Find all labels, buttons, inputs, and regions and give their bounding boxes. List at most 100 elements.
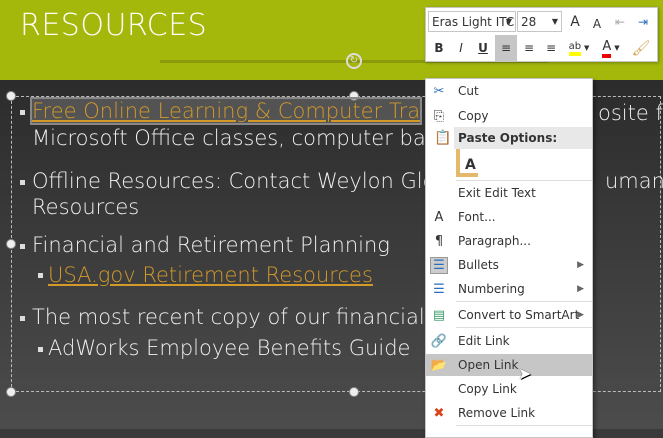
resize-handle[interactable]: [6, 387, 16, 397]
font-name-value: Eras Light ITC: [432, 14, 515, 29]
align-right-button[interactable]: ≡: [540, 35, 562, 61]
usa-gov-link[interactable]: USA.gov Retirement Resources: [48, 263, 373, 287]
rotate-handle[interactable]: ↻: [346, 53, 362, 69]
highlight-color-button[interactable]: ab ▼: [564, 36, 594, 60]
resize-handle[interactable]: [349, 387, 359, 397]
grow-font-button[interactable]: A: [566, 13, 584, 31]
mini-toolbar: Eras Light ITC ▼ 28 ▼ A A ⇤ ⇥ B I U ≡ ≡ ≡ …: [425, 7, 658, 62]
remove-link-icon: ✖: [433, 405, 445, 421]
font-icon: A: [434, 209, 444, 225]
menu-item-numbering[interactable]: ☰ Numbering ▶: [426, 278, 592, 300]
shrink-font-icon: A: [592, 17, 602, 31]
menu-item-exit-edit-text[interactable]: Exit Edit Text: [426, 182, 592, 204]
align-right-icon: ≡: [545, 41, 557, 55]
copy-icon: ⎘: [433, 108, 445, 124]
increase-indent-button[interactable]: ⇥: [633, 13, 653, 31]
format-painter-button[interactable]: 🖌: [630, 36, 652, 60]
bold-button[interactable]: B: [430, 38, 448, 58]
highlighter-icon: ab: [568, 41, 582, 56]
text-line: Microsoft Office classes, computer bas: [32, 126, 437, 150]
paste-keep-text-only-button[interactable]: A: [456, 149, 478, 177]
text-line: Resources: [32, 195, 140, 219]
chevron-down-icon: ▼: [614, 44, 620, 52]
font-color-icon: A: [602, 39, 612, 58]
text-line: Financial and Retirement Planning: [32, 233, 390, 257]
bullet: [38, 273, 43, 278]
paste-options-header: Paste Options:: [454, 127, 592, 149]
slide-title[interactable]: RESOURCES: [20, 8, 207, 43]
menu-label: Convert to SmartArt: [458, 308, 580, 322]
align-center-button[interactable]: ≡: [518, 35, 540, 61]
mouse-cursor-icon: ➤: [518, 364, 532, 383]
italic-button[interactable]: I: [452, 38, 470, 58]
align-left-icon: ≡: [500, 41, 512, 55]
bold-icon: B: [434, 41, 444, 55]
menu-separator: [456, 180, 592, 181]
training-link[interactable]: Free Online Learning & Computer Tra: [32, 99, 420, 123]
bullet: [38, 347, 43, 352]
submenu-arrow-icon: ▶: [577, 260, 584, 270]
menu-label: Paragraph...: [458, 234, 531, 248]
smartart-icon: ▤: [432, 307, 446, 323]
context-menu: ✂ Cut ⎘ Copy Paste Options: 📋 A Exit Edit …: [425, 78, 593, 438]
menu-item-convert-smartart[interactable]: ▤ Convert to SmartArt ▶: [426, 304, 592, 326]
menu-item-remove-link[interactable]: ✖ Remove Link: [426, 402, 592, 424]
menu-label: Exit Edit Text: [458, 186, 536, 200]
font-size-value: 28: [521, 14, 537, 29]
menu-label: Paste Options:: [458, 131, 558, 145]
font-name-dropdown[interactable]: Eras Light ITC ▼: [428, 11, 516, 32]
underline-button[interactable]: U: [474, 38, 492, 58]
submenu-arrow-icon: ▶: [577, 284, 584, 294]
open-link-icon: 📂: [430, 357, 448, 373]
menu-separator: [456, 301, 592, 302]
submenu-arrow-icon: ▶: [577, 310, 584, 320]
paintbrush-icon: 🖌: [631, 39, 651, 57]
menu-label: Edit Link: [458, 334, 510, 348]
chevron-down-icon: ▼: [505, 17, 512, 26]
align-left-button[interactable]: ≡: [495, 35, 517, 61]
grow-font-icon: A: [570, 14, 580, 30]
paste-text-icon: A: [465, 157, 476, 173]
numbering-icon: ☰: [433, 281, 445, 297]
shrink-font-button[interactable]: A: [588, 15, 606, 33]
decrease-indent-button[interactable]: ⇤: [610, 13, 630, 31]
menu-label: Font...: [458, 210, 496, 224]
italic-icon: I: [459, 41, 463, 55]
increase-indent-icon: ⇥: [637, 15, 649, 29]
resize-handle[interactable]: [6, 239, 16, 249]
text-line: osite for: [598, 101, 663, 125]
font-size-dropdown[interactable]: 28 ▼: [517, 11, 562, 32]
bullet: [20, 244, 25, 249]
menu-item-paragraph[interactable]: ¶ Paragraph...: [426, 230, 592, 252]
edit-link-icon: 🔗: [430, 333, 448, 349]
menu-label: Cut: [458, 84, 479, 98]
bullets-icon: ☰: [430, 256, 448, 274]
decrease-indent-icon: ⇤: [614, 15, 626, 29]
font-color-button[interactable]: A ▼: [596, 36, 626, 60]
underline-icon: U: [478, 41, 488, 55]
menu-item-open-link[interactable]: 📂 Open Link: [426, 354, 592, 376]
menu-label: Copy: [458, 109, 489, 123]
clipboard-icon: 📋: [434, 130, 452, 146]
text-line: uman: [605, 169, 663, 193]
align-center-icon: ≡: [523, 41, 535, 55]
bullet: [20, 316, 25, 321]
menu-separator: [456, 425, 592, 426]
menu-item-bullets[interactable]: ☰ Bullets ▶: [426, 254, 592, 276]
menu-label: Open Link: [458, 358, 519, 372]
menu-item-copy[interactable]: ⎘ Copy: [426, 105, 592, 127]
menu-item-font[interactable]: A Font...: [426, 206, 592, 228]
scissors-icon: ✂: [433, 83, 445, 99]
text-line: The most recent copy of our financial r: [32, 305, 440, 329]
menu-label: Bullets: [458, 258, 499, 272]
chevron-down-icon: ▼: [551, 17, 558, 26]
menu-separator: [456, 327, 592, 328]
bullet: [20, 110, 25, 115]
bullet: [20, 180, 25, 185]
text-line: Offline Resources: Contact Weylon Gle: [32, 169, 436, 193]
menu-item-cut[interactable]: ✂ Cut: [426, 80, 592, 102]
menu-item-copy-link[interactable]: Copy Link: [426, 378, 592, 400]
menu-item-edit-link[interactable]: 🔗 Edit Link: [426, 330, 592, 352]
text-line: AdWorks Employee Benefits Guide: [48, 336, 411, 360]
resize-handle[interactable]: [6, 91, 16, 101]
